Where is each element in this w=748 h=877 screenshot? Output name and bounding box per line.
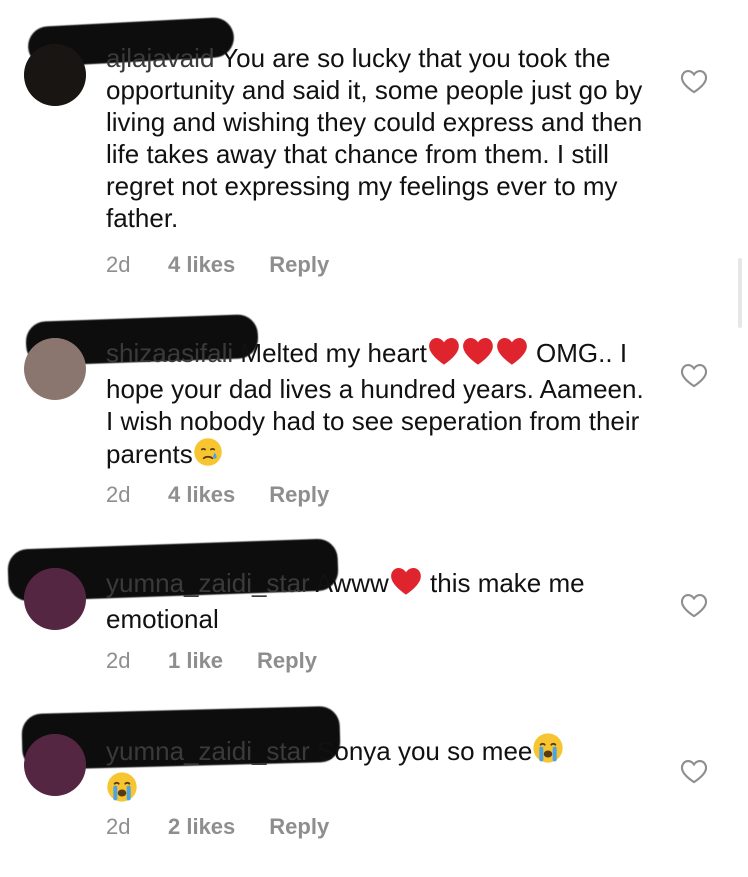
comment-meta: 2d 1 like Reply <box>106 648 317 674</box>
comment-meta: 2d 2 likes Reply <box>106 814 329 840</box>
comment-body: ajlajavaid You are so lucky that you too… <box>106 42 646 234</box>
crying-face-emoji-icon <box>193 437 223 474</box>
reply-button[interactable]: Reply <box>257 648 317 674</box>
like-heart-icon[interactable] <box>680 592 708 618</box>
red-heart-emoji-icon <box>427 336 461 373</box>
comment-body: yumna_zaidi_star Sonya you so mee <box>106 732 646 810</box>
avatar[interactable] <box>24 568 86 630</box>
comment-text: Melted my heart <box>240 338 427 368</box>
reply-button[interactable]: Reply <box>269 814 329 840</box>
comment-username[interactable]: yumna_zaidi_star <box>106 568 310 598</box>
comment-time: 2d <box>106 482 131 507</box>
comment-body: shizaasifali Melted my heart OMG.. I hop… <box>106 336 646 474</box>
likes-count[interactable]: 4 likes <box>168 252 235 278</box>
redaction-overlay <box>24 734 86 796</box>
comment-meta: 2d 4 likes Reply <box>106 252 329 278</box>
comment-time: 2d <box>106 648 131 673</box>
comment-time: 2d <box>106 814 131 839</box>
avatar[interactable] <box>24 338 86 400</box>
red-heart-emoji-icon <box>495 336 529 373</box>
likes-count[interactable]: 4 likes <box>168 482 235 508</box>
reply-button[interactable]: Reply <box>269 252 329 278</box>
scrollbar[interactable] <box>738 258 742 328</box>
like-heart-icon[interactable] <box>680 362 708 388</box>
reply-button[interactable]: Reply <box>269 482 329 508</box>
comment-meta: 2d 4 likes Reply <box>106 482 329 508</box>
comment-text: Awww <box>315 568 389 598</box>
likes-count[interactable]: 1 like <box>168 648 223 674</box>
comment-username[interactable]: shizaasifali <box>106 338 233 368</box>
redaction-overlay <box>24 338 86 400</box>
avatar[interactable] <box>24 44 86 106</box>
comment-username[interactable]: yumna_zaidi_star <box>106 736 310 766</box>
likes-count[interactable]: 2 likes <box>168 814 235 840</box>
comment-username[interactable]: ajlajavaid <box>106 43 214 73</box>
loudly-crying-face-emoji-icon <box>532 732 564 771</box>
red-heart-emoji-icon <box>461 336 495 373</box>
avatar[interactable] <box>24 734 86 796</box>
comment-text: Sonya you so mee <box>317 736 533 766</box>
comment-body: yumna_zaidi_star Awww this make me emoti… <box>106 566 646 635</box>
redaction-overlay <box>24 44 86 106</box>
like-heart-icon[interactable] <box>680 758 708 784</box>
redaction-overlay <box>24 568 86 630</box>
red-heart-emoji-icon <box>389 566 423 603</box>
comment-time: 2d <box>106 252 131 277</box>
loudly-crying-face-emoji-icon <box>106 771 138 810</box>
like-heart-icon[interactable] <box>680 68 708 94</box>
